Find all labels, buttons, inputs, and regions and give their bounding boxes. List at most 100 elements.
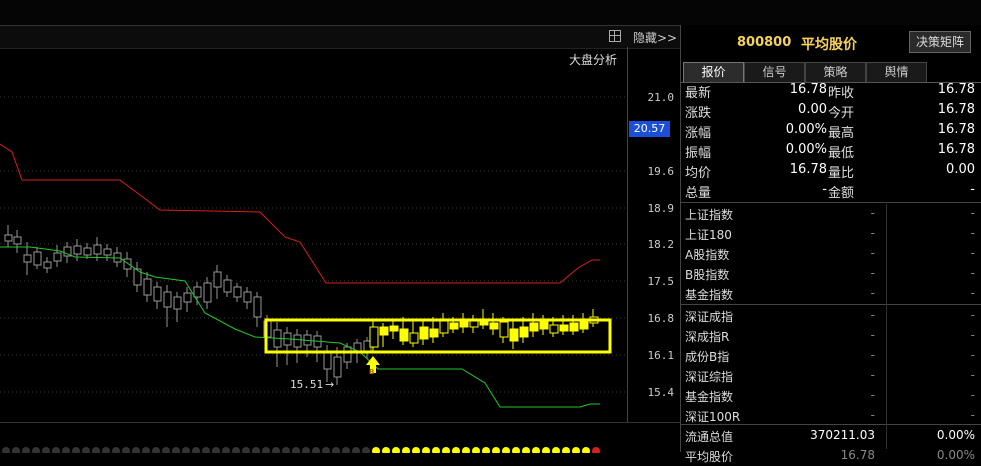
candle <box>13 236 22 245</box>
index-row[interactable]: 深证100R - - <box>685 406 975 426</box>
candle <box>519 326 529 338</box>
candle <box>193 286 202 298</box>
grid-layout-icon[interactable] <box>609 30 621 42</box>
signal-dot <box>572 447 580 455</box>
candle <box>439 320 449 334</box>
signal-dot <box>452 447 460 455</box>
quote-label: 涨幅 <box>685 126 712 141</box>
chart-header: 隐藏>> <box>0 25 680 49</box>
index-value: 16.78 <box>840 448 875 462</box>
upper-band-line <box>0 143 600 284</box>
signal-dot <box>502 447 510 455</box>
candle <box>559 324 569 332</box>
index-row[interactable]: 基金指数 - - <box>685 386 975 406</box>
index-change: - <box>970 368 975 382</box>
index-value: - <box>870 286 875 300</box>
y-tick-label: 16.8 <box>648 312 675 325</box>
index-change: - <box>970 348 975 362</box>
y-tick-label: 17.5 <box>648 275 675 288</box>
tab-signal[interactable]: 信号 <box>744 62 805 82</box>
signal-dot <box>562 447 570 455</box>
tab-strategy[interactable]: 策略 <box>805 62 866 82</box>
signal-dot <box>272 447 280 455</box>
quote-panel: 800800 平均股价 决策矩阵 报价 信号 策略 舆情 最新 16.78 昨收 16… <box>680 25 981 464</box>
index-change: - <box>970 328 975 342</box>
index-row[interactable]: 平均股价 16.78 0.00% <box>685 446 975 466</box>
index-value: - <box>870 206 875 220</box>
quote-label: 最低 <box>828 146 855 161</box>
tab-sentiment[interactable]: 舆情 <box>866 62 927 82</box>
quote-row: 涨跌 0.00 今开 16.78 <box>685 101 975 121</box>
index-name: 基金指数 <box>685 390 734 404</box>
y-tick-label: 18.2 <box>648 238 675 251</box>
quote-label: 昨收 <box>828 86 855 101</box>
signal-dot <box>172 447 180 455</box>
candle <box>469 320 479 328</box>
quote-value: 16.78 <box>937 82 975 97</box>
low-arrow-icon: → <box>325 378 334 391</box>
candlestick-chart[interactable]: 21.0 19.6 18.9 18.2 17.5 16.8 16.1 15.4 15.51 →… <box>0 47 680 422</box>
signal-dot <box>302 447 310 455</box>
index-name: 基金指数 <box>685 288 734 302</box>
index-value: - <box>870 348 875 362</box>
row-separator <box>681 202 981 203</box>
candle <box>213 271 222 288</box>
signal-dot <box>82 447 90 455</box>
signal-dot <box>402 447 410 455</box>
candle <box>83 247 92 256</box>
candle <box>243 291 252 303</box>
signal-dot <box>12 447 20 455</box>
index-row[interactable]: B股指数 - - <box>685 264 975 284</box>
index-change: - <box>970 206 975 220</box>
index-name: 上证指数 <box>685 208 734 222</box>
candle <box>4 234 13 242</box>
index-row[interactable]: 基金指数 - - <box>685 284 975 304</box>
index-name: 深证100R <box>685 410 741 424</box>
y-tick-label: 21.0 <box>648 91 675 104</box>
candle <box>153 286 162 302</box>
index-change: 0.00% <box>936 428 975 442</box>
tab-quote[interactable]: 报价 <box>683 62 744 82</box>
top-bar <box>0 0 981 25</box>
index-change: - <box>970 246 975 260</box>
signal-dot <box>2 447 10 455</box>
signal-dot <box>582 447 590 455</box>
signal-dot <box>212 447 220 455</box>
index-row[interactable]: 上证指数 - - <box>685 204 975 224</box>
index-row[interactable]: 深成指R - - <box>685 326 975 346</box>
signal-dot <box>52 447 60 455</box>
hide-panel-button[interactable]: 隐藏>> <box>633 29 677 46</box>
index-change: - <box>970 226 975 240</box>
signal-dot <box>412 447 420 455</box>
index-row[interactable]: 流通总值 370211.03 0.00% <box>685 426 975 446</box>
decision-matrix-button[interactable]: 决策矩阵 <box>909 31 971 53</box>
signal-dot <box>422 447 430 455</box>
index-row[interactable]: A股指数 - - <box>685 244 975 264</box>
candle <box>529 322 539 332</box>
signal-dot <box>342 447 350 455</box>
quote-value: 0.00% <box>785 142 827 157</box>
index-row[interactable]: 成份B指 - - <box>685 346 975 366</box>
candle <box>233 286 242 298</box>
quote-label: 涨跌 <box>685 106 712 121</box>
index-value: - <box>870 246 875 260</box>
candle <box>33 251 42 266</box>
signal-dot <box>22 447 30 455</box>
signal-dot <box>152 447 160 455</box>
signal-dot <box>332 447 340 455</box>
index-change: - <box>970 408 975 422</box>
candle <box>429 328 439 338</box>
signal-dot <box>512 447 520 455</box>
candle <box>293 334 302 348</box>
index-value: - <box>870 408 875 422</box>
index-row[interactable]: 深证综指 - - <box>685 366 975 386</box>
signal-dot <box>282 447 290 455</box>
price-axis-divider <box>627 47 628 422</box>
quote-value: - <box>822 182 827 197</box>
candle <box>569 322 579 332</box>
candle <box>459 321 469 328</box>
index-row[interactable]: 上证180 - - <box>685 224 975 244</box>
signal-dot <box>232 447 240 455</box>
signal-dot <box>222 447 230 455</box>
index-row[interactable]: 深证成指 - - <box>685 306 975 326</box>
